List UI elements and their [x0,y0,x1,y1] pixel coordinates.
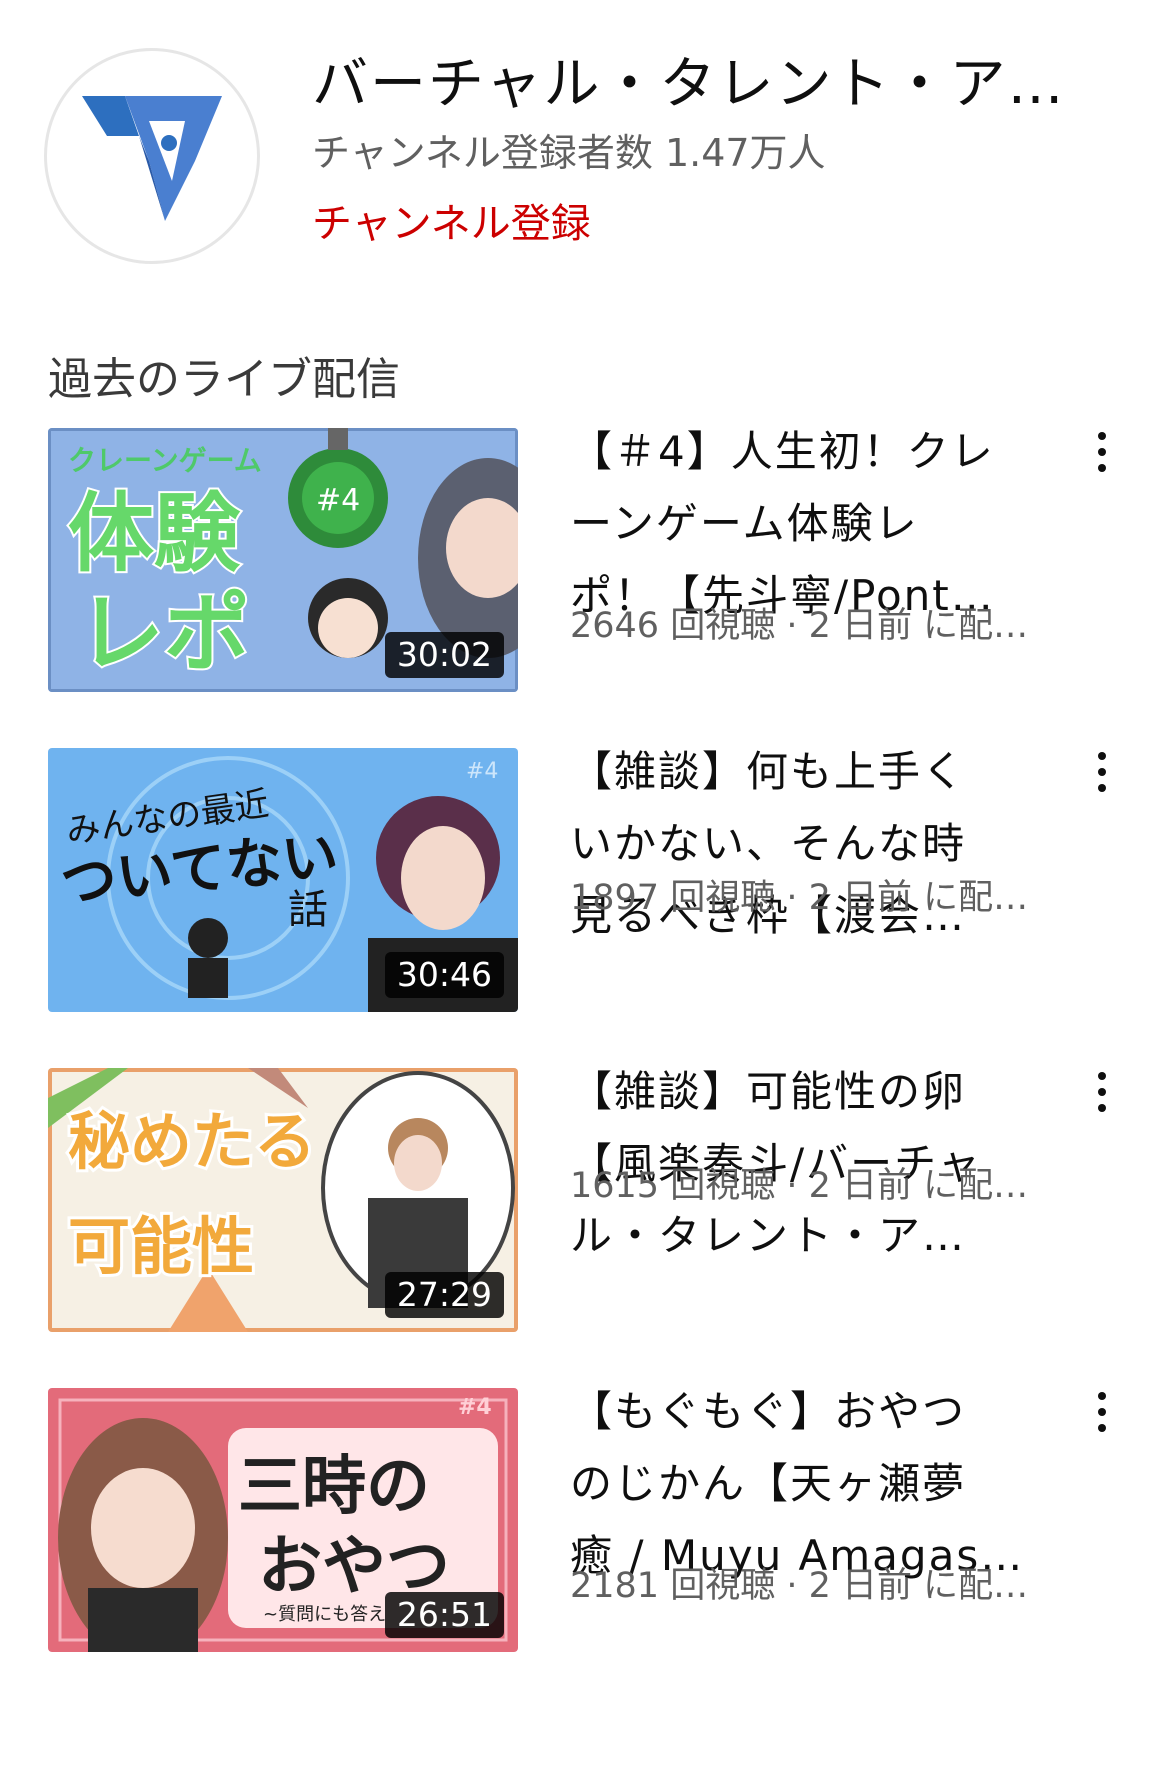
thumb-tag: #4 [466,759,498,784]
thumb-headline-2: レポ [78,584,250,684]
video-title-line: ル・タレント・ア… [570,1211,967,1260]
more-options-icon[interactable] [1090,1062,1114,1122]
thumb-headline-2: 話 [288,887,328,933]
channel-logo-icon [82,96,222,221]
video-item[interactable]: 三時の おやつ ~質問にも答え #4 26:51 【もぐもぐ】おやつ のじかん【… [0,1387,1170,1678]
video-meta: 1615 回視聴 · 2 日前 に配… [570,1166,1029,1206]
video-duration: 27:29 [384,1272,504,1318]
video-title[interactable]: 【もぐもぐ】おやつ のじかん【天ヶ瀬夢 癒 / Muyu Amagase… [570,1376,1040,1592]
video-title[interactable]: 【＃4】人生初！クレ ーンゲーム体験レ ポ！【先斗寧/Pont… [570,416,1040,632]
video-title-line: 【＃4】人生初！クレ [570,427,995,476]
video-duration: 30:46 [384,952,504,998]
video-meta: 2646 回視聴 · 2 日前 に配… [570,606,1029,646]
thumb-caption: ~質問にも答え [263,1604,386,1625]
more-options-icon[interactable] [1090,742,1114,802]
video-title-line: 【雑談】何も上手く [570,747,967,796]
video-title-line: 【もぐもぐ】おやつ [570,1387,967,1436]
channel-name[interactable]: バーチャル・タレント・ア… [312,50,1092,120]
video-duration: 30:02 [384,632,504,678]
thumb-tag: #4 [316,483,360,518]
video-title-line: いかない、そんな時 [570,819,967,868]
thumb-headline: 体験 [68,484,241,584]
video-meta: 1897 回視聴 · 2 日前 に配… [570,878,1029,918]
video-thumbnail[interactable]: 三時の おやつ ~質問にも答え #4 26:51 [48,1388,518,1652]
subscriber-count: チャンネル登録者数 1.47万人 [312,131,826,175]
thumb-headline: 秘めたる [68,1105,316,1178]
video-title-line: 【雑談】可能性の卵 [570,1067,967,1116]
thumb-headline: 三時の [238,1450,430,1524]
thumb-caption: クレーンゲーム [68,444,262,477]
video-duration: 26:51 [384,1592,504,1638]
video-item[interactable]: 秘めたる 可能性 27:29 【雑談】可能性の卵 【風楽奏斗/バーチャ ル・タレ… [0,1067,1170,1358]
more-options-icon[interactable] [1090,1382,1114,1442]
more-options-icon[interactable] [1090,422,1114,482]
video-meta: 2181 回視聴 · 2 日前 に配… [570,1566,1029,1606]
channel-avatar[interactable] [44,48,260,264]
section-title: 過去のライブ配信 [48,354,400,405]
video-thumbnail[interactable]: #4 クレーンゲーム 体験 レポ 30:02 [48,428,518,692]
video-item[interactable]: #4 クレーンゲーム 体験 レポ 30:02 【＃4】人生初！クレ ーンゲーム体… [0,427,1170,718]
channel-header: バーチャル・タレント・ア… チャンネル登録者数 1.47万人 チャンネル登録 [0,0,1170,290]
video-title-line: ーンゲーム体験レ [570,499,919,548]
video-item[interactable]: みんなの最近 ついてない 話 #4 30:46 【雑談】何も上手く いかない、そ… [0,747,1170,1038]
thumb-headline-2: 可能性 [68,1210,254,1283]
thumb-tag: #4 [458,1395,492,1420]
video-title-line: のじかん【天ヶ瀬夢 [570,1459,967,1508]
video-thumbnail[interactable]: 秘めたる 可能性 27:29 [48,1068,518,1332]
subscribe-button[interactable]: チャンネル登録 [312,198,591,250]
video-thumbnail[interactable]: みんなの最近 ついてない 話 #4 30:46 [48,748,518,1012]
